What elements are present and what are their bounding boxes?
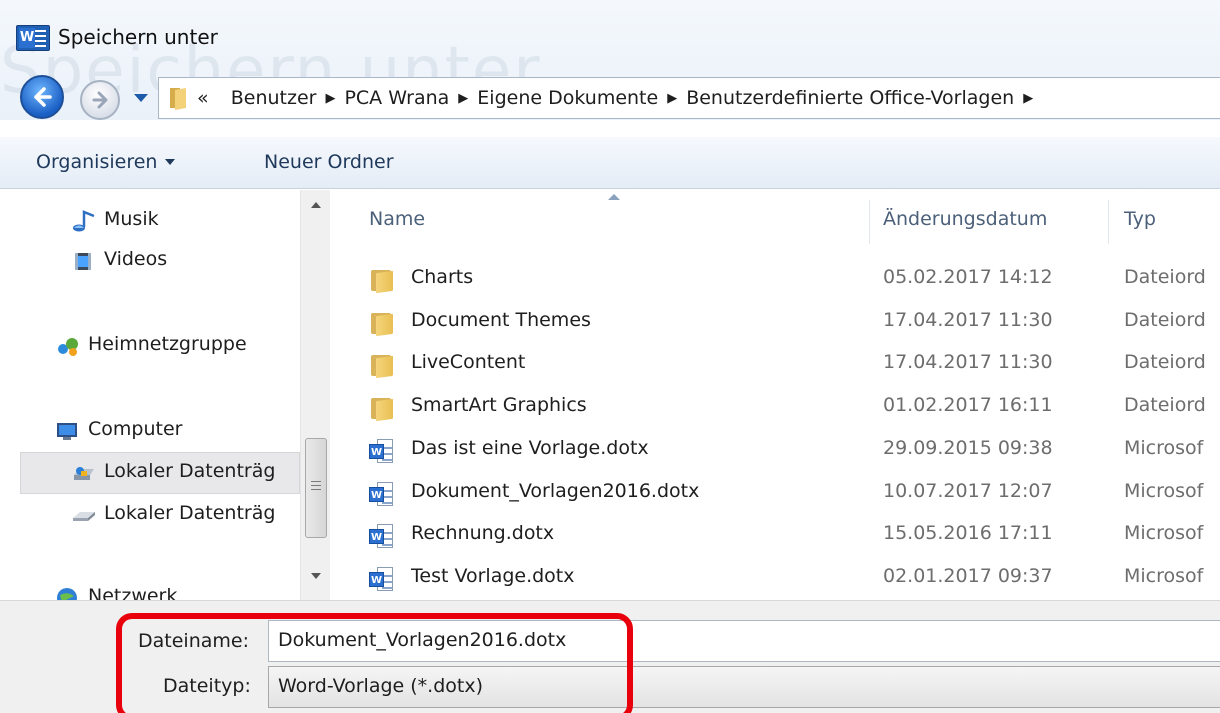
local-drive-icon <box>74 467 94 480</box>
breadcrumb: « Benutzer ▶ PCA Wrana ▶ Eigene Dokumente ▶ Be… <box>197 87 1042 109</box>
table-row[interactable]: W Rechnung.dotx 15.05.2016 17:11 Microso… <box>331 516 1220 556</box>
filetype-select[interactable]: Word-Vorlage (*.dotx) <box>268 666 1220 708</box>
address-bar[interactable]: « Benutzer ▶ PCA Wrana ▶ Eigene Dokumente ▶ Be… <box>158 77 1220 119</box>
music-icon <box>73 210 95 232</box>
word-icon: W <box>16 25 50 51</box>
filetype-label: Dateityp: <box>163 675 251 697</box>
arrow-right-icon <box>92 91 108 109</box>
save-options-panel: Dateiname: Dokument_Vorlagen2016.dotx Da… <box>0 600 1220 713</box>
scroll-up-icon[interactable] <box>311 202 321 208</box>
table-row[interactable]: SmartArt Graphics 01.02.2017 16:11 Datei… <box>331 388 1220 428</box>
folder-icon <box>369 267 395 294</box>
folder-icon <box>369 310 395 337</box>
forward-button[interactable] <box>80 80 120 120</box>
word-document-icon: W <box>369 438 395 464</box>
nav-item-label: Lokaler Datenträg <box>104 460 276 482</box>
window-title: Speichern unter <box>58 25 218 49</box>
network-icon <box>57 588 77 600</box>
breadcrumb-separator-icon[interactable]: ▶ <box>667 91 677 106</box>
breadcrumb-separator-icon[interactable]: ▶ <box>1023 91 1033 106</box>
filename-input[interactable]: Dokument_Vorlagen2016.dotx <box>268 620 1220 662</box>
file-name: Rechnung.dotx <box>411 522 555 544</box>
file-date: 01.02.2017 16:11 <box>883 394 1053 416</box>
file-type: Dateiord <box>1124 309 1206 331</box>
file-type: Dateiord <box>1124 351 1206 373</box>
filename-label: Dateiname: <box>138 630 249 652</box>
nav-item-label: Netzwerk <box>88 585 178 600</box>
computer-icon <box>57 423 77 440</box>
nav-pane-scrollbar[interactable] <box>300 190 330 600</box>
column-divider[interactable] <box>869 200 870 244</box>
table-row[interactable]: Charts 05.02.2017 14:12 Dateiord <box>331 260 1220 300</box>
file-name: SmartArt Graphics <box>411 394 587 416</box>
word-document-icon: W <box>369 523 395 549</box>
nav-item-label: Computer <box>88 418 183 440</box>
videos-icon <box>75 253 91 270</box>
file-list: Name Änderungsdatum Typ Charts 05.02.201… <box>331 190 1220 600</box>
file-name: LiveContent <box>411 351 526 373</box>
column-header-date[interactable]: Änderungsdatum <box>883 208 1047 230</box>
word-document-icon: W <box>369 481 395 507</box>
new-folder-button[interactable]: Neuer Ordner <box>264 151 394 173</box>
homegroup-icon <box>58 338 78 356</box>
file-name: Das ist eine Vorlage.dotx <box>411 437 649 459</box>
recent-locations-dropdown[interactable] <box>134 94 148 102</box>
sort-ascending-icon <box>608 194 620 200</box>
title-bar: Speichern unter W Speichern unter « Benu… <box>0 0 1220 120</box>
file-name: Charts <box>411 266 474 288</box>
file-date: 17.04.2017 11:30 <box>883 351 1053 373</box>
breadcrumb-separator-icon[interactable]: ▶ <box>325 91 335 106</box>
nav-item-label: Videos <box>104 248 168 270</box>
word-document-icon: W <box>369 566 395 592</box>
chevron-down-icon <box>165 159 176 165</box>
file-type: Microsof <box>1124 522 1204 544</box>
folder-icon <box>369 395 395 422</box>
scrollbar-thumb[interactable] <box>305 438 327 538</box>
table-row[interactable]: LiveContent 17.04.2017 11:30 Dateiord <box>331 345 1220 385</box>
breadcrumb-separator-icon[interactable]: ▶ <box>458 91 468 106</box>
file-date: 29.09.2015 09:38 <box>883 437 1053 459</box>
file-type: Microsof <box>1124 565 1204 587</box>
column-header-name[interactable]: Name <box>369 208 425 230</box>
file-name: Dokument_Vorlagen2016.dotx <box>411 480 700 502</box>
scroll-down-icon[interactable] <box>311 573 321 579</box>
file-date: 15.05.2016 17:11 <box>883 522 1053 544</box>
folder-icon <box>369 352 395 379</box>
file-type: Microsof <box>1124 437 1204 459</box>
table-row[interactable]: W Test Vorlage.dotx 02.01.2017 09:37 Mic… <box>331 559 1220 599</box>
nav-item-label: Musik <box>104 208 159 230</box>
file-date: 02.01.2017 09:37 <box>883 565 1053 587</box>
column-divider[interactable] <box>1108 200 1109 244</box>
file-type: Microsof <box>1124 480 1204 502</box>
file-name: Document Themes <box>411 309 591 331</box>
nav-item-label: Lokaler Datenträg <box>104 502 276 524</box>
file-date: 10.07.2017 12:07 <box>883 480 1053 502</box>
file-name: Test Vorlage.dotx <box>411 565 575 587</box>
column-header-type[interactable]: Typ <box>1124 208 1156 230</box>
file-type: Dateiord <box>1124 266 1206 288</box>
navigation-pane: Musik Videos Heimnetzgruppe Computer Lok… <box>0 190 330 600</box>
breadcrumb-item[interactable]: Benutzer <box>231 87 317 109</box>
breadcrumb-item[interactable]: Eigene Dokumente <box>477 87 658 109</box>
table-row[interactable]: W Das ist eine Vorlage.dotx 29.09.2015 0… <box>331 431 1220 471</box>
command-bar: Organisieren Neuer Ordner <box>0 137 1220 189</box>
breadcrumb-item[interactable]: Benutzerdefinierte Office-Vorlagen <box>686 87 1014 109</box>
organize-label: Organisieren <box>36 151 158 173</box>
breadcrumb-overflow[interactable]: « <box>197 87 209 109</box>
back-button[interactable] <box>20 75 64 119</box>
organize-button[interactable]: Organisieren <box>36 151 176 173</box>
arrow-left-icon <box>34 87 52 107</box>
folder-icon <box>170 88 186 110</box>
file-date: 05.02.2017 14:12 <box>883 266 1053 288</box>
file-date: 17.04.2017 11:30 <box>883 309 1053 331</box>
nav-item-label: Heimnetzgruppe <box>88 333 247 355</box>
grip-icon <box>311 481 321 490</box>
file-type: Dateiord <box>1124 394 1206 416</box>
breadcrumb-item[interactable]: PCA Wrana <box>344 87 449 109</box>
table-row[interactable]: W Dokument_Vorlagen2016.dotx 10.07.2017 … <box>331 474 1220 514</box>
drive-icon <box>73 512 95 521</box>
table-row[interactable]: Document Themes 17.04.2017 11:30 Dateior… <box>331 303 1220 343</box>
